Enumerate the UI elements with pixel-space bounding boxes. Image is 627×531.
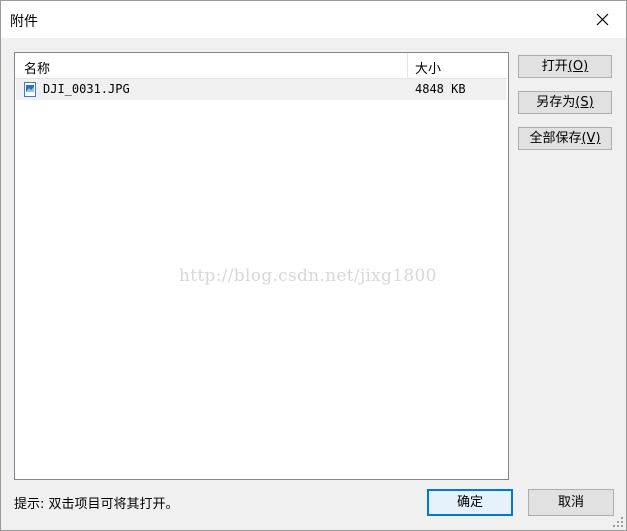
close-icon — [596, 13, 609, 26]
column-header-name[interactable]: 名称 — [24, 58, 50, 77]
save-all-button-mnemonic: (V) — [581, 131, 601, 146]
column-divider[interactable] — [407, 53, 408, 78]
list-item[interactable]: DJI_0031.JPG 4848 KB — [16, 79, 506, 100]
hint-text: 提示: 双击项目可将其打开。 — [14, 497, 179, 512]
window-title: 附件 — [10, 14, 38, 30]
column-header-size[interactable]: 大小 — [415, 58, 441, 77]
save-as-button[interactable]: 另存为(S) — [518, 91, 612, 114]
ok-button[interactable]: 确定 — [427, 489, 513, 516]
resize-grip-icon[interactable] — [612, 516, 624, 528]
file-size: 4848 KB — [415, 82, 466, 96]
open-button-label: 打开 — [541, 59, 568, 74]
title-bar: 附件 — [1, 1, 626, 38]
image-file-icon — [24, 82, 36, 97]
watermark-text: http://blog.csdn.net/jixg1800 — [179, 266, 437, 286]
close-button[interactable] — [580, 1, 626, 38]
save-as-button-label: 另存为 — [536, 95, 576, 110]
open-button-mnemonic: (O) — [567, 59, 589, 74]
open-button[interactable]: 打开(O) — [518, 55, 612, 78]
attachment-list[interactable]: 名称 大小 DJI_0031.JPG 4848 KB http://blog.c… — [14, 52, 509, 480]
file-name: DJI_0031.JPG — [43, 82, 130, 96]
attachment-dialog: 附件 名称 大小 DJI_0031.JPG 4848 KB http://blo… — [0, 0, 627, 531]
cancel-button[interactable]: 取消 — [528, 489, 614, 516]
list-header: 名称 大小 — [15, 53, 508, 79]
save-all-button-label: 全部保存 — [529, 131, 582, 146]
save-as-button-mnemonic: (S) — [575, 95, 594, 110]
save-all-button[interactable]: 全部保存(V) — [518, 127, 612, 150]
